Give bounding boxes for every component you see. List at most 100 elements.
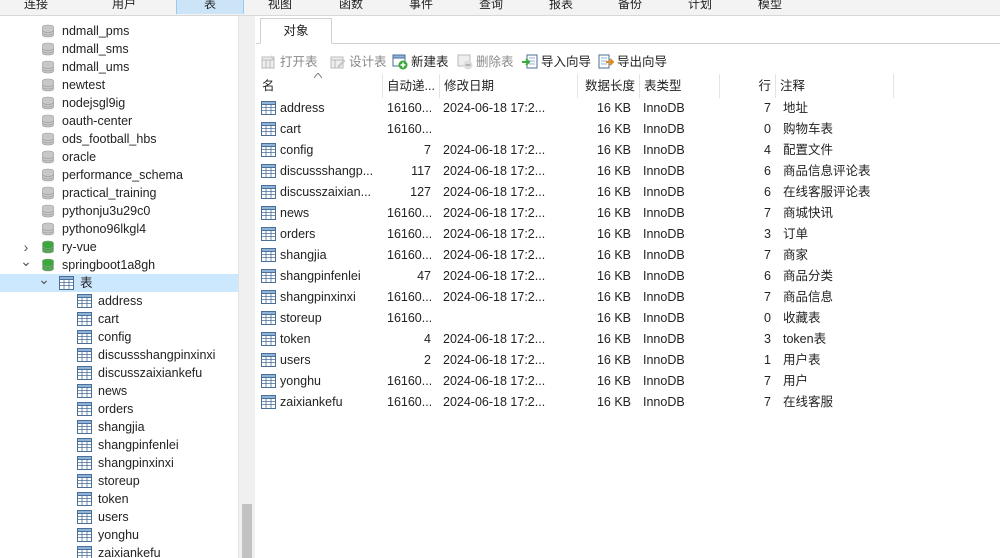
cell-name: orders <box>280 227 316 241</box>
table-icon <box>77 492 92 506</box>
menu-item-8[interactable]: 备份 <box>596 0 664 14</box>
toolbar-button-label: 打开表 <box>280 55 318 69</box>
menu-item-2[interactable]: 表 <box>176 0 244 14</box>
import-wizard-button[interactable]: 导入向导 <box>522 52 596 72</box>
menu-item-5[interactable]: 事件 <box>386 0 456 14</box>
table-row[interactable]: orders 16160... 2024-06-18 17:2... 16 KB Inn… <box>256 224 1000 245</box>
tree-table-discusszaixiankefu[interactable]: discusszaixiankefu <box>0 364 238 382</box>
tree-table-orders[interactable]: orders <box>0 400 238 418</box>
table-row[interactable]: cart 16160... 16 KB InnoDB 0 购物车表 <box>256 119 1000 140</box>
tree-database-ry-vue[interactable]: › ry-vue <box>0 238 238 256</box>
tree-database-ndmall-pms[interactable]: ndmall_pms <box>0 22 238 40</box>
table-row[interactable]: zaixiankefu 16160... 2024-06-18 17:2... 16 … <box>256 392 1000 413</box>
tree-folder-label: 表 <box>80 276 93 290</box>
table-row[interactable]: discusszaixian... 127 2024-06-18 17:2... 16… <box>256 182 1000 203</box>
tree-table-shangpinfenlei[interactable]: shangpinfenlei <box>0 436 238 454</box>
tree-table-config[interactable]: config <box>0 328 238 346</box>
menu-item-0[interactable]: 连接 <box>0 0 72 14</box>
chevron-down-icon[interactable]: ⌄ <box>20 252 32 270</box>
chevron-down-icon[interactable]: ⌄ <box>38 270 50 288</box>
open-table-button[interactable]: 打开表 <box>261 52 323 72</box>
table-icon <box>77 420 92 434</box>
cell-size: 16 KB <box>596 248 631 262</box>
tree-database-performance-schema[interactable]: performance_schema <box>0 166 238 184</box>
menu-item-1[interactable]: 用户 <box>72 0 176 14</box>
tree-table-users[interactable]: users <box>0 508 238 526</box>
table-row[interactable]: address 16160... 2024-06-18 17:2... 16 KB In… <box>256 98 1000 119</box>
tree-table-discussshangpinxinxi[interactable]: discussshangpinxinxi <box>0 346 238 364</box>
column-header-3[interactable]: 数据长度 <box>578 74 640 98</box>
menu-item-4[interactable]: 函数 <box>316 0 386 14</box>
column-header-2[interactable]: 修改日期 <box>440 74 578 98</box>
table-row[interactable]: users 2 2024-06-18 17:2... 16 KB InnoDB 1 用户表 <box>256 350 1000 371</box>
table-row[interactable]: shangpinxinxi 16160... 2024-06-18 17:2... 1… <box>256 287 1000 308</box>
tree-database-ods-football-hbs[interactable]: ods_football_hbs <box>0 130 238 148</box>
tree-database-pythonju3u29c0[interactable]: pythonju3u29c0 <box>0 202 238 220</box>
table-icon <box>261 332 276 346</box>
cell-size: 16 KB <box>596 374 631 388</box>
table-icon <box>77 384 92 398</box>
table-row[interactable]: token 4 2024-06-18 17:2... 16 KB InnoDB 3 toke… <box>256 329 1000 350</box>
table-icon <box>261 248 276 262</box>
object-tab-bar: 对象 <box>256 18 1000 44</box>
tree-table-shangpinxinxi[interactable]: shangpinxinxi <box>0 454 238 472</box>
tab-objects[interactable]: 对象 <box>260 18 332 44</box>
tree-table-token[interactable]: token <box>0 490 238 508</box>
cell-date <box>443 119 549 140</box>
database-icon <box>41 96 55 110</box>
tree-table-label: shangpinxinxi <box>98 456 174 470</box>
cell-rows: 4 <box>764 143 771 157</box>
tree-scrollbar[interactable] <box>238 16 255 558</box>
tree-database-ndmall-ums[interactable]: ndmall_ums <box>0 58 238 76</box>
tree-folder-tables[interactable]: ⌄ 表 <box>0 271 238 292</box>
tree-table-address[interactable]: address <box>0 292 238 310</box>
table-folder-icon <box>59 276 74 290</box>
menu-item-3[interactable]: 视图 <box>244 0 316 14</box>
tree-database-pythono96lkgl4[interactable]: pythono96lkgl4 <box>0 220 238 238</box>
tree-table-label: cart <box>98 312 119 326</box>
column-header-1[interactable]: 自动递... <box>383 74 440 98</box>
menu-item-10[interactable]: 模型 <box>736 0 804 14</box>
tree-table-label: news <box>98 384 128 398</box>
table-row[interactable]: shangpinfenlei 47 2024-06-18 17:2... 16 KB I… <box>256 266 1000 287</box>
table-row[interactable]: yonghu 16160... 2024-06-18 17:2... 16 KB Inn… <box>256 371 1000 392</box>
menu-item-9[interactable]: 计划 <box>664 0 736 14</box>
cell-name: address <box>280 101 325 115</box>
tree-database-newtest[interactable]: newtest <box>0 76 238 94</box>
tree-database-springboot1a8gh[interactable]: ⌄ springboot1a8gh <box>0 253 238 274</box>
new-table-button[interactable]: 新建表 <box>392 52 454 72</box>
design-table-icon <box>330 54 346 70</box>
table-row[interactable]: config 7 2024-06-18 17:2... 16 KB InnoDB 4 配置文… <box>256 140 1000 161</box>
tree-database-ndmall-sms[interactable]: ndmall_sms <box>0 40 238 58</box>
tree-table-label: yonghu <box>98 528 140 542</box>
table-row[interactable]: discussshangp... 117 2024-06-18 17:2... 16 … <box>256 161 1000 182</box>
column-header-6[interactable]: 注释 <box>776 74 894 98</box>
design-table-button[interactable]: 设计表 <box>330 52 392 72</box>
tree-database-nodejsgl9ig[interactable]: nodejsgl9ig <box>0 94 238 112</box>
tree-scrollbar-thumb[interactable] <box>242 504 252 558</box>
tree-database-oracle[interactable]: oracle <box>0 148 238 166</box>
export-wizard-button[interactable]: 导出向导 <box>598 52 672 72</box>
cell-auto: 47 <box>417 269 431 283</box>
cell-date: 2024-06-18 17:2... <box>443 143 546 157</box>
tree-table-cart[interactable]: cart <box>0 310 238 328</box>
column-header-4[interactable]: 表类型 <box>640 74 720 98</box>
tree-table-news[interactable]: news <box>0 382 238 400</box>
tree-database-oauth-center[interactable]: oauth-center <box>0 112 238 130</box>
table-row[interactable]: storeup 16160... 16 KB InnoDB 0 收藏表 <box>256 308 1000 329</box>
tree-database-practical-training[interactable]: practical_training <box>0 184 238 202</box>
table-row[interactable]: shangjia 16160... 2024-06-18 17:2... 16 KB I… <box>256 245 1000 266</box>
tree-table-shangjia[interactable]: shangjia <box>0 418 238 436</box>
column-header-5[interactable]: 行 <box>720 74 776 98</box>
tree-table-zaixiankefu[interactable]: zaixiankefu <box>0 544 238 558</box>
menu-item-7[interactable]: 报表 <box>526 0 596 14</box>
tree-table-storeup[interactable]: storeup <box>0 472 238 490</box>
cell-comment: 用户 <box>783 374 809 388</box>
tree-table-yonghu[interactable]: yonghu <box>0 526 238 544</box>
toolbar-button-label: 设计表 <box>349 55 387 69</box>
tree-database-label: newtest <box>62 78 106 92</box>
table-row[interactable]: news 16160... 2024-06-18 17:2... 16 KB InnoD… <box>256 203 1000 224</box>
cell-comment: token表 <box>783 332 827 346</box>
menu-item-6[interactable]: 查询 <box>456 0 526 14</box>
delete-table-button[interactable]: 删除表 <box>457 52 519 72</box>
